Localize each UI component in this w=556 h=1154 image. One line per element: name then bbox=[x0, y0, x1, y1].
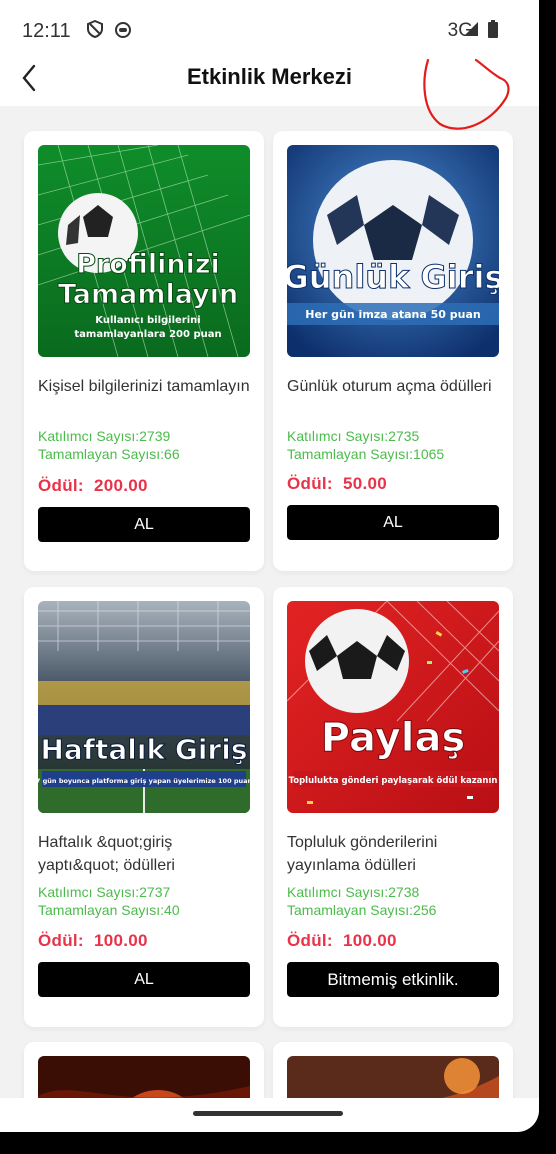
participant-count: Katılımcı Sayısı:2737 bbox=[38, 884, 171, 900]
gesture-bar bbox=[0, 1098, 539, 1132]
participant-count: Katılımcı Sayısı:2738 bbox=[287, 884, 420, 900]
status-bar: 12:11 3G bbox=[0, 0, 539, 56]
reward-label: Ödül: bbox=[287, 474, 333, 493]
activity-title: Haftalık &quot;giriş yaptı&quot; ödüller… bbox=[38, 834, 175, 874]
image-title-line1: Profilinizi bbox=[76, 249, 220, 280]
status-time: 12:11 bbox=[22, 20, 71, 42]
completed-count: Tamamlayan Sayısı:40 bbox=[38, 902, 180, 918]
claim-button[interactable]: AL bbox=[287, 505, 499, 540]
reward: Ödül: 100.00 bbox=[287, 931, 397, 951]
participant-count: Katılımcı Sayısı:2735 bbox=[287, 428, 420, 444]
shield-icon bbox=[87, 20, 103, 38]
reward-value: 50.00 bbox=[342, 474, 387, 493]
app-screen: 12:11 3G Etkinlik Merkezi Profilinizi Ta… bbox=[0, 0, 539, 1132]
reward: Ödül: 50.00 bbox=[287, 474, 387, 494]
signal-icon bbox=[464, 22, 478, 36]
reward-label: Ödül: bbox=[287, 931, 333, 950]
image-subtitle: Her gün imza atana 50 puan bbox=[305, 308, 480, 321]
activity-card-partial bbox=[273, 1042, 513, 1106]
image-title: Günlük Giriş bbox=[287, 258, 499, 296]
home-indicator[interactable] bbox=[193, 1111, 343, 1116]
activity-card: Günlük Giriş Her gün imza atana 50 puan … bbox=[273, 131, 513, 571]
reward: Ödül: 200.00 bbox=[38, 476, 148, 496]
image-subtitle: 7 gün boyunca platforma giriş yapan üyel… bbox=[38, 777, 250, 785]
image-title-line2: Tamamlayın bbox=[58, 279, 238, 310]
image-subtitle-line1: Kullanıcı bilgilerini bbox=[95, 315, 200, 326]
activity-title: Kişisel bilgilerinizi tamamlayın bbox=[38, 378, 250, 395]
reward: Ödül: 100.00 bbox=[38, 931, 148, 951]
image-subtitle: Toplulukta gönderi paylaşarak ödül kazan… bbox=[289, 776, 498, 786]
activity-image-daily: Günlük Giriş Her gün imza atana 50 puan bbox=[287, 145, 499, 357]
participant-count: Katılımcı Sayısı:2739 bbox=[38, 428, 171, 444]
activity-list: Profilinizi Tamamlayın Kullanıcı bilgile… bbox=[0, 106, 539, 1106]
reward-value: 100.00 bbox=[93, 931, 148, 950]
activity-image-profile: Profilinizi Tamamlayın Kullanıcı bilgile… bbox=[38, 145, 250, 357]
activity-title: Topluluk gönderilerini yayınlama ödüller… bbox=[287, 834, 438, 874]
image-title: Paylaş bbox=[321, 715, 466, 761]
reward-value: 100.00 bbox=[342, 931, 397, 950]
activity-card: Profilinizi Tamamlayın Kullanıcı bilgile… bbox=[24, 131, 264, 571]
activity-image-share: Paylaş Toplulukta gönderi paylaşarak ödü… bbox=[287, 601, 499, 813]
completed-count: Tamamlayan Sayısı:66 bbox=[38, 446, 180, 462]
activity-image-weekly: Haftalık Giriş 7 gün boyunca platforma g… bbox=[38, 601, 250, 813]
battery-icon bbox=[488, 20, 498, 38]
unfinished-activity-button[interactable]: Bitmemiş etkinlik. bbox=[287, 962, 499, 997]
robot-icon bbox=[115, 22, 131, 38]
completed-count: Tamamlayan Sayısı:1065 bbox=[287, 446, 445, 462]
claim-button[interactable]: AL bbox=[38, 962, 250, 997]
activity-card: Paylaş Toplulukta gönderi paylaşarak ödü… bbox=[273, 587, 513, 1027]
reward-value: 200.00 bbox=[93, 476, 148, 495]
activity-title: Günlük oturum açma ödülleri bbox=[287, 378, 492, 395]
image-title: Haftalık Giriş bbox=[40, 733, 247, 766]
reward-label: Ödül: bbox=[38, 931, 84, 950]
completed-count: Tamamlayan Sayısı:256 bbox=[287, 902, 437, 918]
image-subtitle-line2: tamamlayanlara 200 puan bbox=[74, 329, 221, 340]
reward-label: Ödül: bbox=[38, 476, 84, 495]
activity-card-partial bbox=[24, 1042, 264, 1106]
activity-card: Haftalık Giriş 7 gün boyunca platforma g… bbox=[24, 587, 264, 1027]
claim-button[interactable]: AL bbox=[38, 507, 250, 542]
